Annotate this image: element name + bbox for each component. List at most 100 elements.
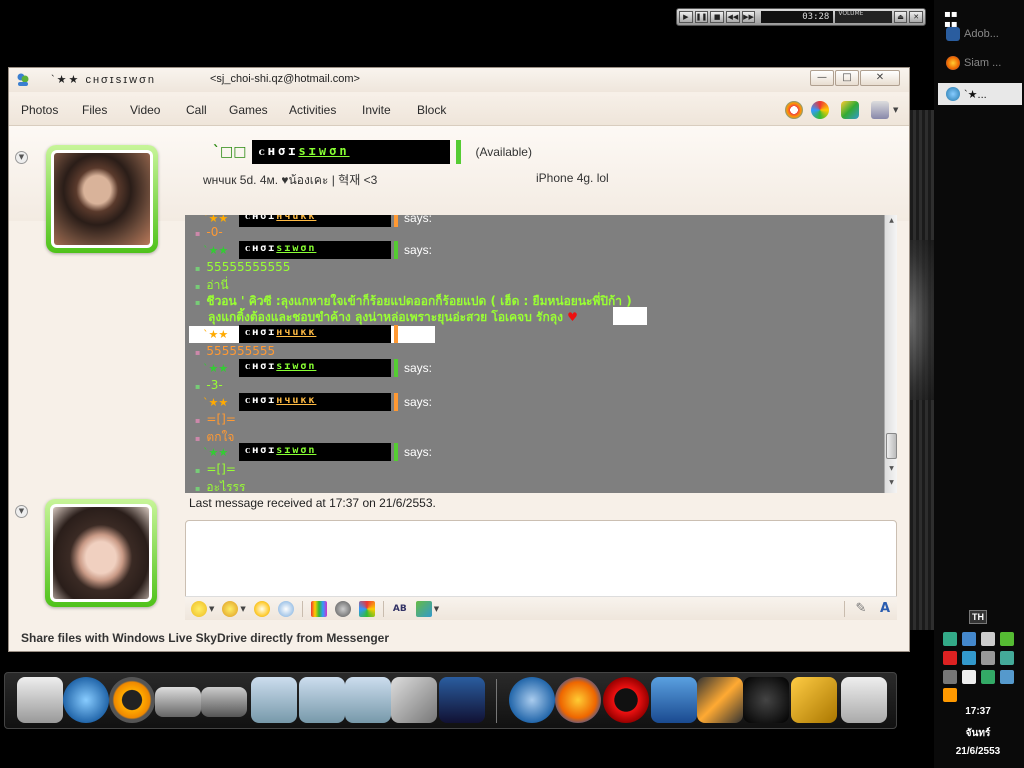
conversation-scrollbar[interactable]: ▲ ▼ ▼ (884, 215, 897, 493)
nudge-icon[interactable] (253, 600, 270, 617)
emoticons-icon[interactable] (785, 101, 803, 119)
menu-activities[interactable]: Activities (289, 103, 336, 117)
aimp-icon[interactable] (109, 677, 155, 723)
messenger-online-icon[interactable] (1000, 632, 1014, 646)
chevron-down-icon[interactable]: ▼ (209, 605, 214, 613)
menu-photos[interactable]: Photos (21, 103, 58, 117)
maximize-button[interactable]: □ (835, 70, 859, 86)
close-button[interactable]: ✕ (860, 70, 900, 86)
opera-icon[interactable] (603, 677, 649, 723)
volume-icon[interactable] (981, 632, 995, 646)
font-icon[interactable]: A (877, 601, 893, 617)
kmplayer-icon[interactable] (439, 677, 485, 723)
contact-display-name[interactable]: ᴄʜσɪsɪwσn (252, 140, 451, 164)
pause-icon[interactable]: ❚❚ (694, 11, 709, 23)
scroll-up-icon[interactable]: ▲ (886, 217, 897, 227)
toolbar-divider (301, 600, 303, 617)
menu-files[interactable]: Files (82, 103, 107, 117)
toolbar-divider (844, 600, 845, 617)
chevron-down-icon[interactable]: ▼ (240, 605, 245, 613)
my-avatar[interactable] (45, 499, 157, 607)
eject-icon[interactable]: ⏏ (893, 11, 908, 23)
network-globe-icon[interactable] (63, 677, 109, 723)
globe-icon[interactable] (981, 669, 995, 684)
sender-line: `★★ ᴄʜσɪsɪwσn says: (203, 443, 433, 461)
people-icon[interactable] (1000, 650, 1014, 665)
chevron-down-icon[interactable]: ▼ (893, 106, 898, 114)
previous-icon[interactable]: ◀◀ (726, 11, 740, 23)
taskbar-item-messenger[interactable]: `★... (938, 83, 1022, 105)
winamp-icon[interactable] (697, 677, 743, 723)
scroll-down-icon[interactable]: ▼ (886, 465, 897, 475)
messenger-tray-icon[interactable] (943, 632, 957, 646)
clock-time[interactable]: 17:37 (938, 706, 1018, 717)
play-icon[interactable]: ▶ (679, 11, 693, 23)
translate-icon[interactable]: AB (392, 601, 408, 617)
media-tray-icon[interactable] (943, 688, 957, 703)
menu-invite[interactable]: Invite (362, 103, 391, 117)
handwriting-icon[interactable]: ✎ (853, 601, 869, 617)
pictures-folder-icon[interactable] (345, 677, 391, 723)
volume-slider[interactable]: VOLUME (835, 11, 892, 23)
antivirus-icon[interactable] (943, 650, 957, 665)
collapse-my-picture-button[interactable]: ▼ (15, 505, 28, 518)
my-computer-icon[interactable] (17, 677, 63, 723)
title-bar[interactable]: `★★ ᴄʜσɪsɪwσn <sj_choi-shi.qz@hotmail.co… (9, 68, 909, 92)
collapse-contact-picture-button[interactable]: ▼ (15, 151, 28, 164)
music-folder-icon[interactable] (299, 677, 345, 723)
heart-icon: ♥ (567, 310, 578, 324)
build-tools-icon[interactable] (791, 677, 837, 723)
games-icon[interactable] (358, 600, 375, 617)
internet-explorer-icon[interactable] (509, 677, 555, 723)
chevron-down-icon[interactable]: ▼ (434, 605, 439, 613)
language-indicator[interactable]: TH (969, 610, 987, 624)
sender-line: `★★ ᴄʜσɪsɪwσn says: (203, 359, 433, 377)
activities-icon[interactable] (841, 101, 859, 119)
network-icon[interactable] (962, 632, 976, 646)
app-icon[interactable] (962, 669, 976, 684)
photoshop-icon[interactable] (651, 677, 697, 723)
taskbar-item-firefox[interactable]: Siam ... (938, 52, 1022, 74)
menu-video[interactable]: Video (130, 103, 160, 117)
recycle-bin-icon[interactable] (841, 677, 887, 723)
conversation-history[interactable]: `★★ ᴄʜσɪнчuкк says: ▪ -0- `★★ ᴄʜσɪsɪwσn s… (185, 215, 897, 493)
close-icon[interactable]: ✕ (909, 11, 924, 23)
start-icon[interactable]: ▪▪ ▪▪ (944, 10, 958, 30)
my-photo (53, 507, 149, 599)
options-menu-icon[interactable] (871, 101, 889, 119)
firefox-icon[interactable] (555, 677, 601, 723)
wink-icon[interactable] (222, 600, 239, 617)
safety-icon[interactable] (1000, 669, 1014, 684)
tshirt-icon[interactable] (743, 677, 789, 723)
contacts-icon[interactable] (962, 650, 976, 665)
window-title: `★★ ᴄʜσɪsɪwσn (51, 74, 156, 86)
scroll-thumb[interactable] (886, 433, 897, 459)
background-icon[interactable] (310, 600, 327, 617)
messenger-conversation-window: `★★ ᴄʜσɪsɪwσn <sj_choi-shi.qz@hotmail.co… (8, 67, 910, 652)
sound-icon[interactable] (334, 600, 351, 617)
emoticon-icon[interactable] (191, 600, 207, 617)
documents-folder-icon[interactable] (251, 677, 297, 723)
photo-share-icon[interactable] (415, 600, 432, 617)
disk-icon[interactable] (943, 669, 957, 684)
taskbar-item-adobe[interactable]: Adob... (938, 23, 1022, 45)
skydrive-promo[interactable]: Share files with Windows Live SkyDrive d… (21, 631, 389, 645)
firefox-icon (946, 56, 960, 70)
tools-icon[interactable] (981, 650, 995, 665)
external-drive-icon[interactable] (201, 687, 247, 717)
tools-icon[interactable] (391, 677, 437, 723)
menu-block[interactable]: Block (417, 103, 446, 117)
scroll-end-icon[interactable]: ▼ (886, 479, 897, 489)
menu-call[interactable]: Call (186, 103, 207, 117)
voice-clip-icon[interactable] (277, 600, 294, 617)
stop-icon[interactable]: ■ (710, 11, 725, 23)
windows-live-icon[interactable] (811, 101, 829, 119)
photoshop-icon (946, 27, 960, 41)
contact-avatar[interactable] (46, 145, 158, 253)
minimize-button[interactable]: — (810, 70, 834, 86)
next-icon[interactable]: ▶▶ (741, 11, 756, 23)
contact-status: (Available) (475, 145, 532, 159)
message-line: ▪ ชีวอน ' คิวซี :ลุงแกหายใจเข้าก็ร้อยแปดอ… (195, 294, 632, 308)
drive-icon[interactable] (155, 687, 201, 717)
menu-games[interactable]: Games (229, 103, 268, 117)
